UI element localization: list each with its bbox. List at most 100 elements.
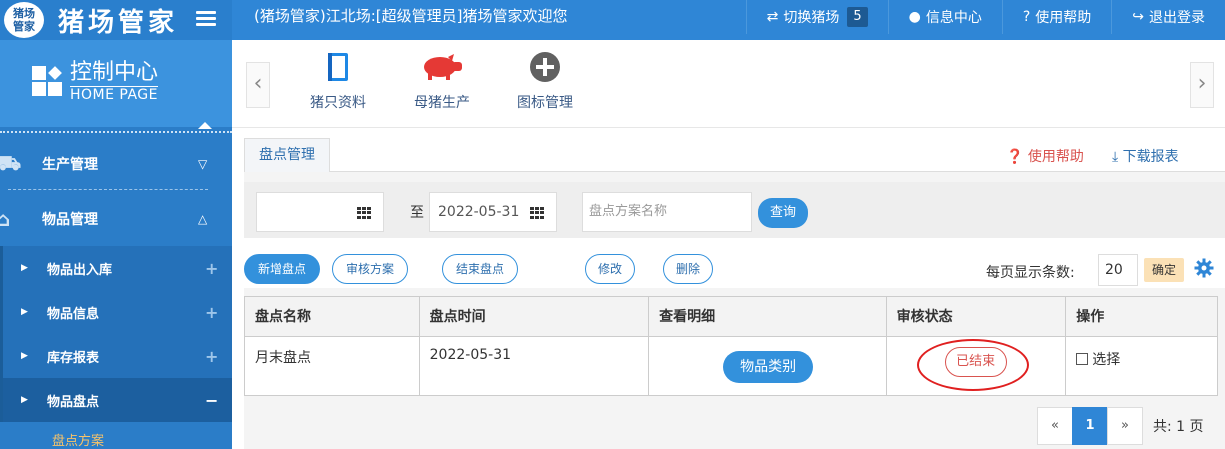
caret-right-icon: ▶: [21, 351, 28, 361]
select-checkbox[interactable]: 选择: [1076, 349, 1120, 369]
tab-inventory-management[interactable]: 盘点管理: [244, 138, 330, 172]
column-header: 盘点时间: [420, 297, 650, 336]
delete-button[interactable]: 删除: [663, 254, 713, 284]
welcome-text: (猪场管家)江北场:[超级管理员]猪场管家欢迎您: [254, 7, 568, 25]
edit-button[interactable]: 修改: [585, 254, 635, 284]
download-report-label: 下载报表: [1122, 149, 1179, 165]
sidebar-item-label: 库存报表: [47, 350, 100, 366]
sidebar-caret: [198, 122, 212, 129]
group-divider: [8, 189, 208, 190]
shortcut-label: 图标管理: [517, 95, 573, 111]
column-header: 审核状态: [887, 297, 1067, 336]
question-icon: ?: [1022, 9, 1031, 25]
end-date-input[interactable]: 2022-05-31: [429, 192, 557, 232]
shortcut-sow-production[interactable]: 母猪生产: [392, 50, 492, 112]
switch-farm-label: 切换猪场: [783, 10, 840, 26]
sidebar-divider: [0, 131, 232, 133]
plus-icon: +: [205, 346, 219, 366]
sidebar-item-label: 物品信息: [47, 306, 100, 322]
query-button[interactable]: 查询: [758, 198, 808, 228]
pagination: « 1 » 共: 1 页: [1037, 407, 1204, 445]
start-date-input[interactable]: [256, 192, 384, 232]
sidebar-group-production[interactable]: ⛟ 生产管理 ▽: [0, 140, 232, 188]
logout-icon: ↪: [1132, 9, 1144, 25]
help-link[interactable]: ? 使用帮助: [1001, 0, 1111, 34]
question-circle-icon: ❓: [1006, 149, 1024, 165]
switch-farm-button[interactable]: ⇄ 切换猪场 5: [745, 0, 888, 34]
info-center-link[interactable]: ● 信息中心: [887, 0, 1002, 34]
page-button-current[interactable]: 1: [1072, 407, 1108, 445]
info-center-label: 信息中心: [925, 10, 982, 26]
sidebar: 控制中心 HOME PAGE ⛟ 生产管理 ▽ ⌂ 物品管理 △ ▶ 物品出入库…: [0, 40, 232, 449]
app-logo: 猪场 管家 猪场管家: [0, 0, 232, 40]
scheme-name-input[interactable]: 盘点方案名称: [582, 192, 752, 232]
finish-check-button[interactable]: 结束盘点: [442, 254, 518, 284]
filter-bar: 至 2022-05-31 盘点方案名称 查询: [244, 182, 1225, 238]
status-badge: 已结束: [944, 347, 1007, 377]
logo-badge-line2: 管家: [13, 20, 35, 33]
home-title-en: HOME PAGE: [70, 86, 159, 103]
column-header: 查看明细: [649, 297, 887, 336]
per-page-input[interactable]: 20: [1098, 254, 1138, 286]
confirm-button[interactable]: 确定: [1144, 258, 1184, 282]
page-total: 共: 1 页: [1153, 419, 1204, 435]
sidebar-item-stock-report[interactable]: ▶ 库存报表 +: [0, 334, 232, 378]
truck-icon: ⛟: [0, 150, 22, 175]
group-label: 物品管理: [42, 212, 98, 228]
sidebar-item-stock-io[interactable]: ▶ 物品出入库 +: [0, 246, 232, 290]
shortcut-bar: ‹ 猪只资料 母猪生产 图标管理 ›: [232, 40, 1225, 128]
per-page-label: 每页显示条数:: [986, 265, 1075, 281]
shortcut-pig-info[interactable]: 猪只资料: [288, 50, 388, 112]
minus-icon: −: [205, 390, 219, 410]
item-category-button[interactable]: 物品类别: [723, 351, 814, 383]
review-scheme-button[interactable]: 审核方案: [332, 254, 408, 284]
prev-page-button[interactable]: «: [1037, 407, 1073, 445]
top-nav: ⇄ 切换猪场 5 ● 信息中心 ? 使用帮助 ↪ 退出登录: [745, 0, 1225, 34]
plus-circle-icon: [495, 50, 595, 84]
action-toolbar: 新增盘点 审核方案 结束盘点 修改 删除 每页显示条数: 20 确定: [244, 238, 1225, 288]
sidebar-group-items[interactable]: ⌂ 物品管理 △: [0, 195, 232, 243]
download-report-link[interactable]: ⤓ 下载报表: [1112, 146, 1192, 166]
help-label: 使用帮助: [1035, 10, 1092, 26]
column-header: 操作: [1076, 309, 1105, 325]
gear-icon[interactable]: [1194, 258, 1214, 278]
pig-icon: [392, 50, 492, 84]
user-icon: ●: [908, 9, 921, 25]
logo-badge-line1: 猪场: [13, 7, 35, 20]
notebook-icon: [288, 50, 388, 84]
home-page-link[interactable]: 控制中心 HOME PAGE: [0, 40, 232, 127]
swap-icon: ⇄: [766, 9, 779, 25]
status-cell: 已结束: [887, 337, 1067, 395]
end-date-value: 2022-05-31: [438, 204, 520, 220]
home-text: 控制中心 HOME PAGE: [70, 60, 159, 103]
caret-right-icon: ▶: [21, 307, 28, 317]
sidebar-leaf-check-scheme[interactable]: 盘点方案: [52, 430, 104, 449]
shortcut-prev-button[interactable]: ‹: [246, 62, 270, 108]
select-label: 选择: [1092, 352, 1121, 368]
top-bar: 猪场 管家 猪场管家 (猪场管家)江北场:[超级管理员]猪场管家欢迎您 ⇄ 切换…: [0, 0, 1225, 40]
date-range-separator: 至: [410, 205, 424, 221]
sidebar-item-item-info[interactable]: ▶ 物品信息 +: [0, 290, 232, 334]
warehouse-icon: ⌂: [0, 207, 11, 231]
shortcut-icon-management[interactable]: 图标管理: [495, 50, 595, 112]
farm-count-badge: 5: [847, 7, 868, 27]
main-content: 盘点管理 ❓ 使用帮助 ⤓ 下载报表 至 2022-05-31 盘点方案名称 查…: [244, 128, 1225, 449]
home-title-cn: 控制中心: [70, 60, 159, 85]
add-check-button[interactable]: 新增盘点: [244, 254, 320, 284]
plus-icon: +: [205, 258, 219, 278]
page-help-link[interactable]: ❓ 使用帮助: [1006, 146, 1086, 166]
table-header: 盘点名称 盘点时间 查看明细 审核状态 操作: [245, 297, 1217, 337]
checkbox-box[interactable]: [1076, 353, 1089, 365]
shortcut-next-button[interactable]: ›: [1190, 62, 1214, 108]
app-title: 猪场管家: [58, 7, 179, 38]
dashboard-icon: [32, 66, 64, 98]
menu-toggle-icon[interactable]: [196, 8, 216, 28]
sidebar-item-inventory-check[interactable]: ▶ 物品盘点 −: [0, 378, 232, 422]
chevron-down-icon: ▽: [198, 157, 208, 171]
logout-link[interactable]: ↪ 退出登录: [1111, 0, 1225, 34]
check-time-cell: 2022-05-31: [420, 337, 650, 395]
chevron-up-icon: △: [198, 212, 208, 226]
next-page-button[interactable]: »: [1107, 407, 1143, 445]
inventory-table: 盘点名称 盘点时间 查看明细 审核状态 操作 月末盘点 2022-05-31 物…: [244, 296, 1218, 396]
plus-icon: +: [205, 302, 219, 322]
